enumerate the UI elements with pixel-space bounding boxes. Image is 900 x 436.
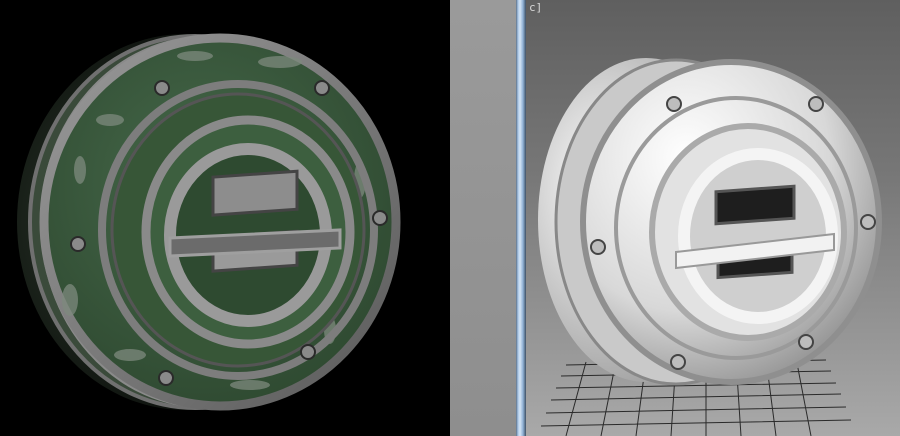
3d-viewport[interactable]: c]: [526, 0, 900, 436]
textured-hatch-model: [17, 33, 401, 411]
render-preview-panel: [0, 0, 450, 436]
viewport-gap: [450, 0, 516, 436]
viewport-splitter[interactable]: [516, 0, 526, 436]
clay-upper-slot: [714, 184, 796, 226]
upper-slot: [211, 169, 299, 217]
clay-hatch-model: [538, 58, 882, 436]
